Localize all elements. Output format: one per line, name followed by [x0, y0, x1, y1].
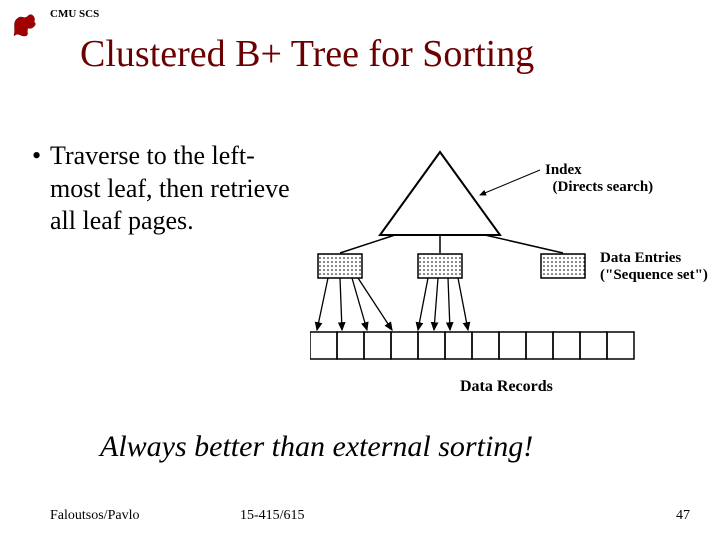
- btree-diagram: Index (Directs search) Data Entries ("Se…: [310, 140, 710, 400]
- slide-title: Clustered B+ Tree for Sorting: [80, 32, 534, 76]
- bullet-dot: •: [32, 140, 50, 173]
- cmu-scotty-logo: [10, 10, 40, 40]
- bullet-item: •Traverse to the left-most leaf, then re…: [32, 140, 302, 238]
- footer-course: 15-415/615: [240, 508, 305, 524]
- footer-authors: Faloutsos/Pavlo: [50, 508, 139, 524]
- index-label: Index (Directs search): [545, 162, 653, 197]
- index-label-line1: Index: [545, 162, 582, 178]
- data-entries-line2: ("Sequence set"): [600, 267, 708, 283]
- emphasis-quote: Always better than external sorting!: [100, 430, 533, 464]
- data-entries-line1: Data Entries: [600, 250, 681, 266]
- org-header: CMU SCS: [50, 8, 99, 20]
- bullet-text: Traverse to the left-most leaf, then ret…: [50, 140, 295, 238]
- data-entries-label: Data Entries ("Sequence set"): [600, 250, 708, 285]
- index-label-line2: (Directs search): [553, 179, 654, 195]
- data-records-label: Data Records: [460, 378, 553, 396]
- footer-page-number: 47: [676, 508, 690, 524]
